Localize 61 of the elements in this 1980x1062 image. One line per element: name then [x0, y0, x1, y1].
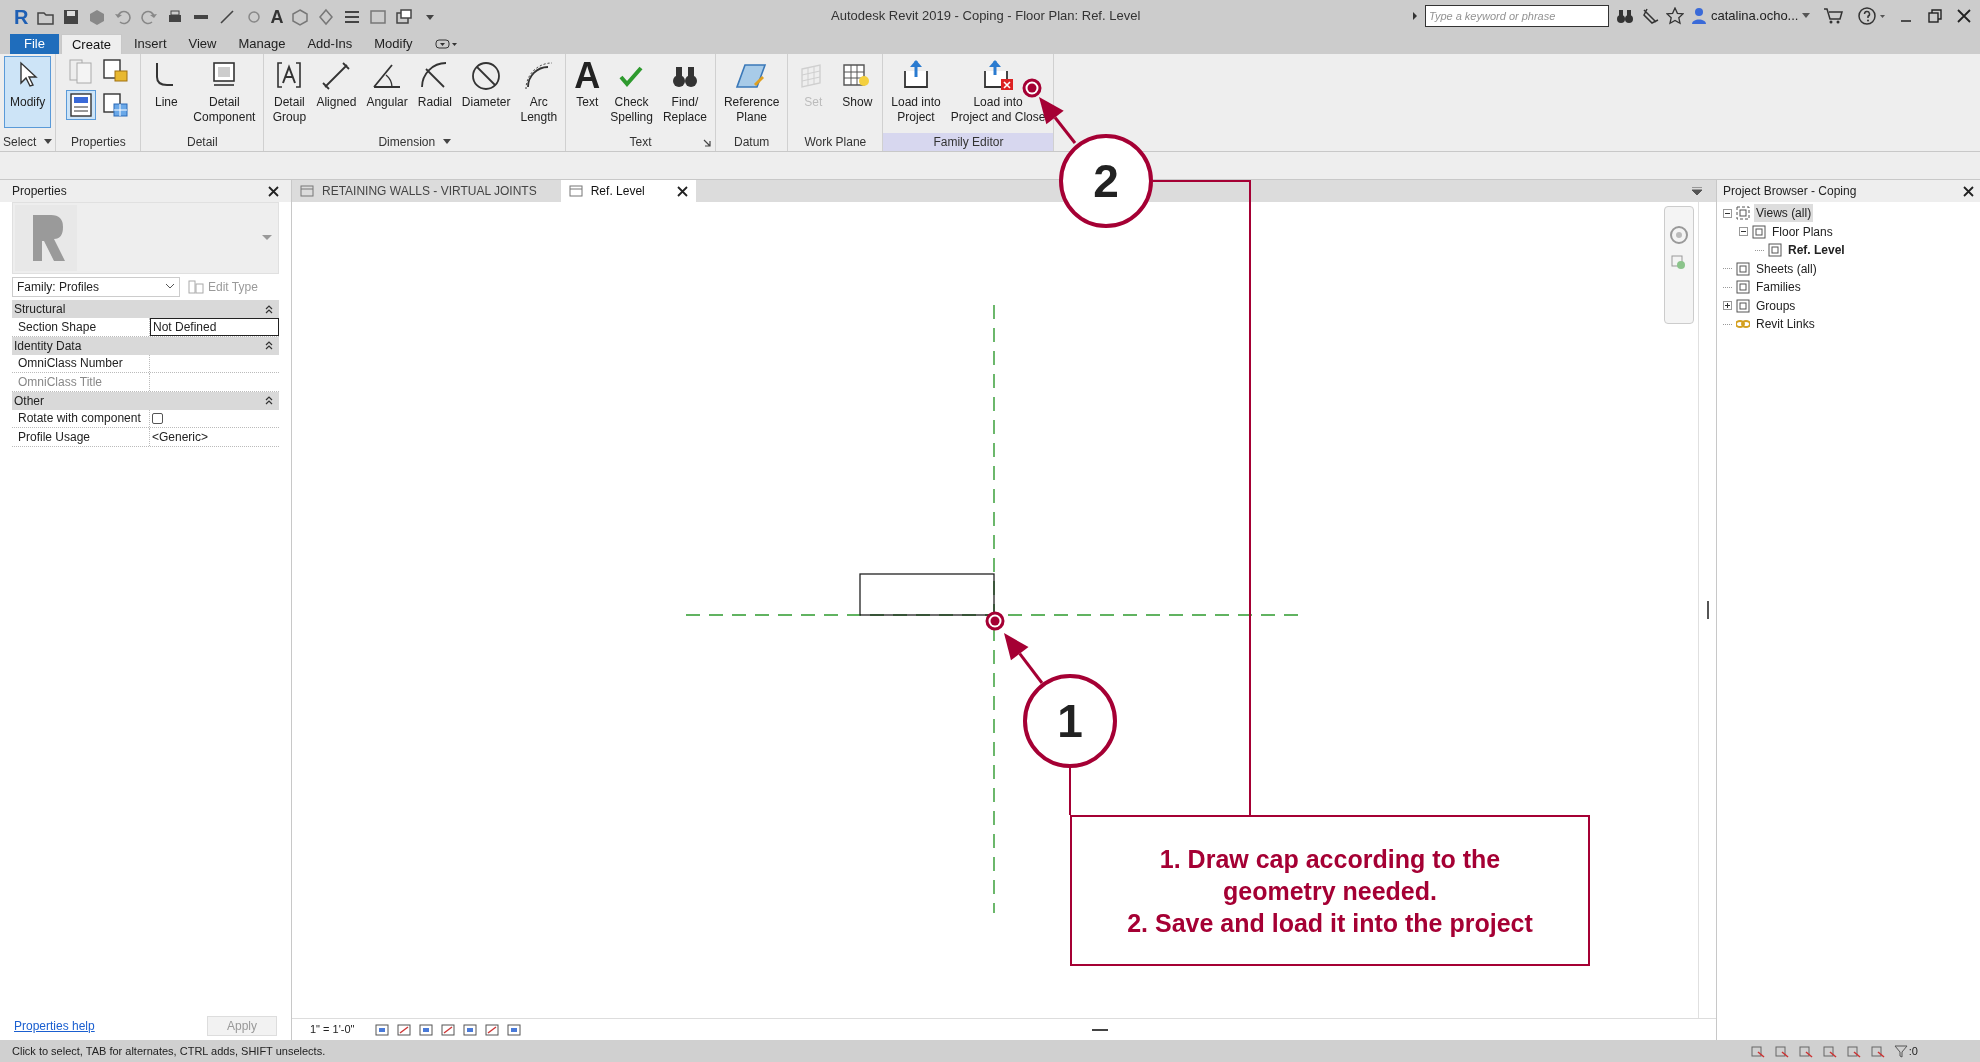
- property-label: OmniClass Title: [12, 373, 150, 391]
- app-logo[interactable]: R: [14, 7, 29, 27]
- type-selector[interactable]: Family: Profiles: [12, 277, 180, 297]
- tool-button[interactable]: Check Spelling: [606, 56, 657, 128]
- tool-button[interactable]: A Text: [570, 56, 605, 113]
- search-field[interactable]: Type a keyword or phrase: [1425, 5, 1609, 27]
- text-tool-glyph[interactable]: A: [270, 3, 284, 31]
- property-value-cell[interactable]: Not Defined: [150, 318, 279, 336]
- panel-title: Select: [0, 133, 56, 151]
- panel-title: Work Plane: [803, 134, 868, 151]
- tree-item[interactable]: Ref. Level: [1786, 241, 1847, 260]
- window-title: Autodesk Revit 2019 - Coping - Floor Plan: Ref. Level: [831, 7, 1141, 25]
- note-text: 1. Draw cap according to the geometry needed.: [1158, 843, 1502, 907]
- tree-item[interactable]: Sheets (all): [1754, 259, 1819, 278]
- document-tab[interactable]: RETAINING WALLS - VIRTUAL JOINTS: [292, 180, 561, 202]
- user-menu[interactable]: catalina.ocho...: [1691, 6, 1811, 26]
- panel-title: Datum: [732, 134, 771, 151]
- panel-title: Properties: [70, 134, 127, 151]
- property-label: Section Shape: [12, 318, 150, 336]
- tree-item[interactable]: Groups: [1754, 296, 1798, 315]
- property-label: OmniClass Number: [12, 354, 150, 372]
- panel-title: Properties: [12, 183, 67, 200]
- ribbon-tab[interactable]: View: [178, 34, 227, 54]
- tool-button[interactable]: Radial: [413, 56, 456, 113]
- property-value-cell[interactable]: <Generic>: [150, 428, 279, 446]
- ribbon-tab[interactable]: File: [10, 34, 59, 54]
- view-scale[interactable]: 1" = 1'-0": [310, 1021, 355, 1038]
- property-label: Rotate with component: [12, 409, 150, 427]
- tool-button[interactable]: Show: [836, 56, 879, 113]
- tool-button[interactable]: Line: [145, 56, 188, 113]
- tree-item[interactable]: Views (all): [1754, 204, 1814, 223]
- panel-title: Family Editor: [883, 133, 1054, 151]
- group-header[interactable]: Structural: [12, 300, 279, 318]
- panel-title: Dimension: [264, 133, 566, 151]
- tool-button[interactable]: Angular: [362, 56, 412, 113]
- status-text: Click to select, TAB for alternates, CTRL adds, SHIFT unselects.: [12, 1043, 326, 1059]
- ribbon-tab[interactable]: Add-Ins: [297, 34, 363, 54]
- tool-button[interactable]: Find/ Replace: [658, 56, 711, 128]
- tool-button[interactable]: Arc Length: [516, 56, 562, 128]
- tool-button[interactable]: Modify: [4, 56, 52, 128]
- help-link[interactable]: Properties help: [14, 1017, 95, 1035]
- ribbon-tab[interactable]: Manage: [228, 34, 296, 54]
- tool-button[interactable]: Aligned: [312, 56, 361, 113]
- tool-button[interactable]: Detail Group: [268, 56, 311, 128]
- tool-button[interactable]: Detail Component: [189, 56, 260, 128]
- property-label: Profile Usage: [12, 428, 150, 446]
- panel-title: Detail: [186, 134, 219, 151]
- tool-button[interactable]: Load into Project: [887, 56, 945, 128]
- tool-button[interactable]: Diameter: [457, 56, 515, 113]
- ribbon-tab[interactable]: Insert: [124, 34, 177, 54]
- panel-title: Project Browser - Coping: [1723, 183, 1857, 200]
- tool-button[interactable]: Reference Plane: [719, 56, 784, 128]
- ribbon-tab[interactable]: Modify: [364, 34, 423, 54]
- tree-item[interactable]: Families: [1754, 278, 1803, 297]
- document-tab[interactable]: Ref. Level: [560, 180, 696, 202]
- ribbon-tab[interactable]: Create: [60, 34, 122, 54]
- tree-item[interactable]: Revit Links: [1754, 315, 1817, 334]
- panel-title: Text: [566, 133, 715, 151]
- filter-button[interactable]: :0: [1893, 1042, 1918, 1060]
- tree-item[interactable]: Floor Plans: [1770, 222, 1835, 241]
- note-text: 2. Save and load it into the project: [1127, 907, 1533, 939]
